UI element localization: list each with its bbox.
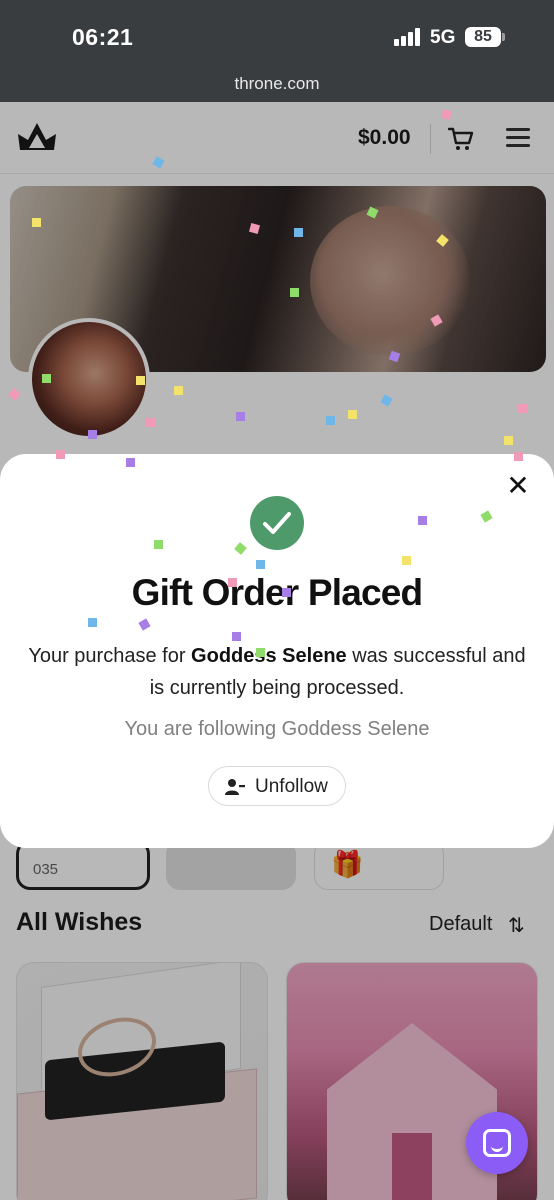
- message-prefix: Your purchase for: [28, 645, 192, 667]
- creator-name: Goddess Selene: [191, 645, 347, 667]
- following-status: You are following Goddess Selene: [124, 718, 430, 740]
- url-bar[interactable]: throne.com: [0, 74, 554, 94]
- modal-message: Your purchase for Goddess Selene was suc…: [20, 640, 534, 704]
- chat-bubble-icon: [483, 1129, 511, 1157]
- close-icon[interactable]: ✕: [504, 472, 532, 500]
- chat-button[interactable]: [466, 1112, 528, 1174]
- network-type: 5G: [430, 27, 456, 48]
- battery-icon: 85: [465, 27, 505, 47]
- status-bar: 06:21 5G 85 throne.com: [0, 0, 554, 102]
- unfollow-label: Unfollow: [255, 776, 328, 797]
- unfollow-button[interactable]: Unfollow: [208, 766, 346, 806]
- signal-icon: [394, 28, 424, 46]
- check-circle-icon: [250, 496, 304, 550]
- modal-title: Gift Order Placed: [131, 572, 424, 613]
- person-minus-icon: [225, 779, 245, 795]
- status-time: 06:21: [72, 24, 134, 50]
